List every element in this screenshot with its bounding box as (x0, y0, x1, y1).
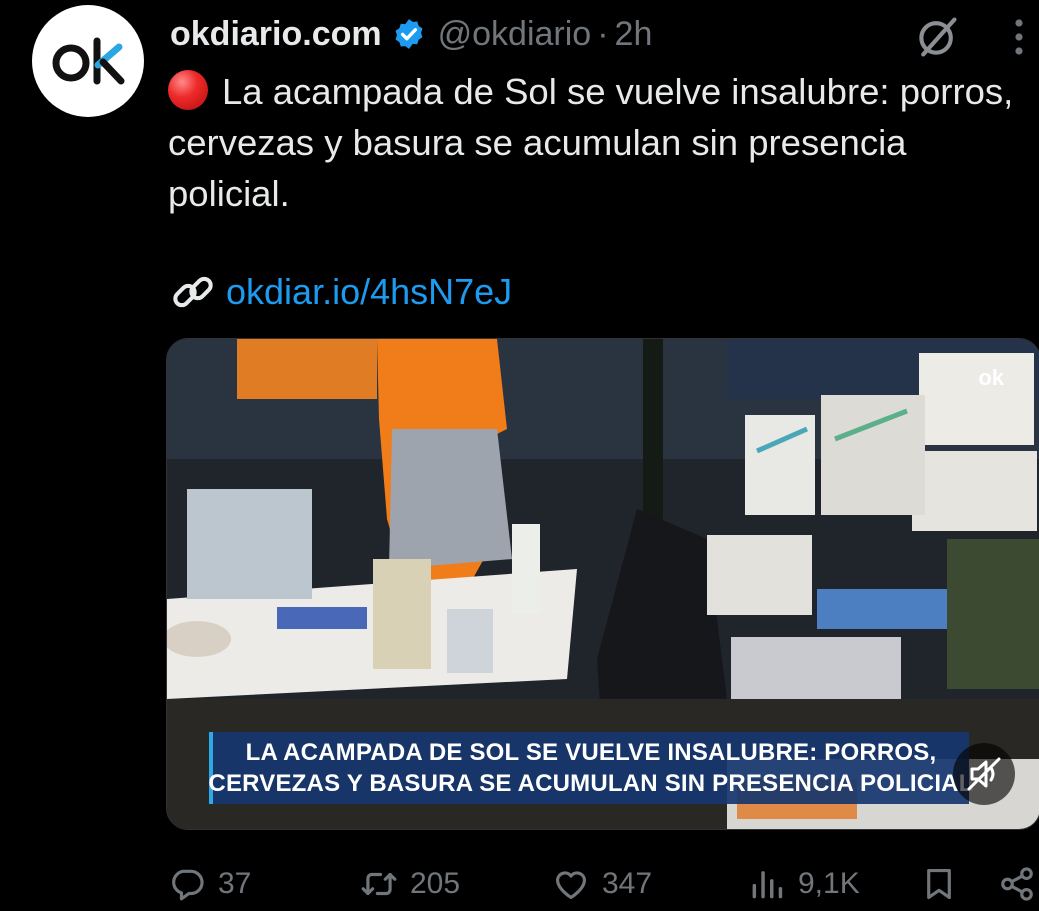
link-icon (168, 267, 218, 317)
tweet: okdiario.com @okdiario · 2h La acampada … (0, 0, 1039, 911)
tweet-link[interactable]: okdiar.io/4hsN7eJ (168, 264, 512, 320)
grok-icon[interactable] (912, 12, 962, 62)
tweet-text: La acampada de Sol se vuelve insalubre: … (168, 66, 1023, 219)
caption-line-1: LA ACAMPADA DE SOL SE VUELVE INSALUBRE: … (245, 739, 937, 766)
red-circle-emoji-icon (168, 70, 208, 110)
timestamp[interactable]: 2h (615, 15, 653, 54)
views-bar-chart-icon (752, 871, 783, 899)
display-name[interactable]: okdiario.com (170, 15, 382, 54)
views-button[interactable]: 9,1K (748, 860, 860, 908)
retweet-icon (361, 872, 397, 896)
like-button[interactable]: 347 (552, 860, 652, 908)
bookmark-icon (927, 868, 951, 900)
link-url[interactable]: okdiar.io/4hsN7eJ (226, 271, 512, 313)
action-bar: 37 205 347 9,1K (168, 860, 1039, 908)
heart-icon (555, 871, 587, 900)
separator-dot: · (597, 14, 609, 53)
speaker-muted-icon (967, 757, 1001, 791)
media-watermark: ok (978, 365, 1004, 390)
caption-line-2: CERVEZAS Y BASURA SE ACUMULAN SIN PRESEN… (208, 770, 974, 797)
reply-icon (172, 869, 204, 901)
handle[interactable]: @okdiario (438, 15, 592, 54)
bookmark-button[interactable] (920, 860, 958, 908)
views-count: 9,1K (798, 867, 860, 900)
reply-count: 37 (218, 867, 252, 900)
retweet-count: 205 (410, 867, 461, 900)
tweet-header: okdiario.com @okdiario · 2h (170, 12, 652, 56)
like-count: 347 (602, 867, 653, 900)
tweet-body: La acampada de Sol se vuelve insalubre: … (168, 71, 1014, 214)
avatar[interactable] (32, 5, 144, 117)
video-caption: LA ACAMPADA DE SOL SE VUELVE INSALUBRE: … (208, 732, 973, 804)
retweet-button[interactable]: 205 (360, 860, 460, 908)
verified-badge-icon (392, 17, 426, 51)
okdiario-logo-icon (52, 37, 125, 85)
share-icon (1001, 867, 1033, 901)
more-vertical-icon[interactable] (1004, 14, 1034, 60)
reply-button[interactable]: 37 (168, 860, 251, 908)
share-button[interactable] (998, 860, 1036, 908)
video-player[interactable]: ok LA ACAMPADA DE SOL SE VUELVE INSALUBR… (166, 338, 1039, 830)
mute-button[interactable] (953, 743, 1015, 805)
